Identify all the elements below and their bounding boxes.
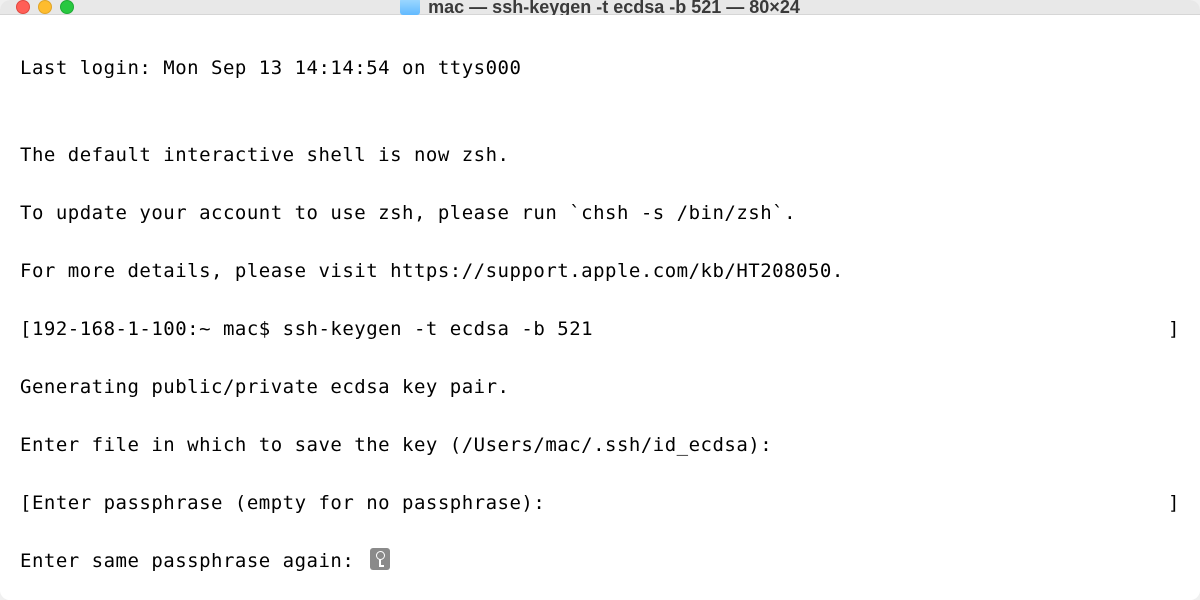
terminal-line: The default interactive shell is now zsh… xyxy=(20,141,1180,170)
traffic-lights xyxy=(16,0,74,14)
bracket-right: ] xyxy=(1168,315,1180,344)
close-button[interactable] xyxy=(16,0,30,14)
titlebar[interactable]: mac — ssh-keygen -t ecdsa -b 521 — 80×24 xyxy=(0,0,1200,15)
terminal-window: mac — ssh-keygen -t ecdsa -b 521 — 80×24… xyxy=(0,0,1200,600)
terminal-line: To update your account to use zsh, pleas… xyxy=(20,199,1180,228)
terminal-line: Last login: Mon Sep 13 14:14:54 on ttys0… xyxy=(20,54,1180,83)
passphrase-again-prompt: Enter same passphrase again: xyxy=(20,550,366,572)
terminal-line: Generating public/private ecdsa key pair… xyxy=(20,373,1180,402)
bracket-right: ] xyxy=(1168,489,1180,518)
terminal-line: Enter same passphrase again: xyxy=(20,547,1180,576)
folder-icon xyxy=(400,0,420,15)
prompt-text: [192-168-1-100:~ mac$ ssh-keygen -t ecds… xyxy=(20,315,593,344)
terminal-line: [Enter passphrase (empty for no passphra… xyxy=(20,489,1180,518)
terminal-line: For more details, please visit https://s… xyxy=(20,257,1180,286)
maximize-button[interactable] xyxy=(60,0,74,14)
minimize-button[interactable] xyxy=(38,0,52,14)
key-icon xyxy=(370,548,390,570)
passphrase-prompt: [Enter passphrase (empty for no passphra… xyxy=(20,489,545,518)
terminal-viewport[interactable]: Last login: Mon Sep 13 14:14:54 on ttys0… xyxy=(0,15,1200,600)
terminal-line: [192-168-1-100:~ mac$ ssh-keygen -t ecds… xyxy=(20,315,1180,344)
terminal-line: Enter file in which to save the key (/Us… xyxy=(20,431,1180,460)
